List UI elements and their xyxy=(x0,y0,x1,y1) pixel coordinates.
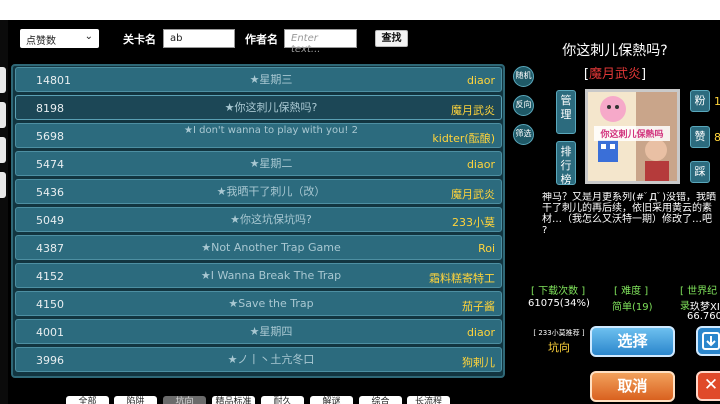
level-score: 5474 xyxy=(36,158,64,171)
chevron-down-icon: ⌄ xyxy=(84,31,93,42)
level-title: ★I don't wanna to play with you! 2 xyxy=(184,125,358,136)
level-row[interactable]: 4150 ★Save the Trap 茄子酱 xyxy=(15,291,502,316)
world-record-time: 66.760 xyxy=(687,311,720,322)
level-row[interactable]: 14801 ★星期三 diaor xyxy=(15,67,502,92)
download-icon xyxy=(702,332,720,350)
level-score: 5049 xyxy=(36,214,64,227)
level-author: 茄子酱 xyxy=(462,300,495,313)
level-author: 霜料糕寄特工 xyxy=(429,272,495,285)
level-title: ★你这坑保坑吗? xyxy=(230,213,312,226)
download-button[interactable] xyxy=(696,326,720,356)
close-icon[interactable]: ✕ xyxy=(696,371,720,401)
author-name-label: 作者名 xyxy=(245,33,278,46)
level-row[interactable]: 5474 ★星期二 diaor xyxy=(15,151,502,176)
level-title: ★Save the Trap xyxy=(228,297,314,310)
level-name-label: 关卡名 xyxy=(123,33,156,46)
level-score: 3996 xyxy=(36,354,64,367)
level-row[interactable]: 8198 ★你这刺儿保熱吗? 魔月武炎 xyxy=(15,95,502,120)
level-row[interactable]: 5049 ★你这坑保坑吗? 233小莫 xyxy=(15,207,502,232)
difficulty-label: [ 难度 ] xyxy=(614,286,649,297)
author-name-input[interactable]: Enter text... xyxy=(284,29,357,55)
level-title: ★我晒干了刺儿（改） xyxy=(216,185,326,198)
top-bar xyxy=(0,0,720,20)
filter-button[interactable]: 筛选 xyxy=(513,124,534,145)
recommend-value: 坑向 xyxy=(548,341,570,354)
level-list: 14801 ★星期三 diaor 8198 ★你这刺儿保熱吗? 魔月武炎 5698 ★I do… xyxy=(11,64,505,378)
level-author: Roi xyxy=(478,242,495,255)
level-title: ★I Wanna Break The Trap xyxy=(200,269,342,282)
tab-5[interactable]: 耐久 xyxy=(261,396,304,404)
level-score: 8198 xyxy=(36,102,64,115)
level-score: 4150 xyxy=(36,298,64,311)
thumbnail-caption: 你这刺儿保熱吗 xyxy=(599,128,663,140)
level-name-input[interactable]: ab xyxy=(163,29,235,48)
thumbnail-art: 你这刺儿保熱吗 xyxy=(588,92,677,181)
praise-button[interactable]: 赞 xyxy=(690,126,710,148)
level-title: ★星期四 xyxy=(249,325,293,338)
sort-select[interactable]: 点赞数 ⌄ xyxy=(20,29,99,48)
tab-1[interactable]: 全部 xyxy=(66,396,109,404)
level-author: 233小莫 xyxy=(452,216,495,229)
level-score: 14801 xyxy=(36,74,71,87)
tab-6[interactable]: 解谜 xyxy=(310,396,353,404)
step-button[interactable]: 踩 xyxy=(690,161,710,183)
left-edge-strip xyxy=(0,20,8,404)
level-author: [魔月武炎] xyxy=(583,67,647,82)
level-score: 4387 xyxy=(36,242,64,255)
level-author-name: 魔月武炎 xyxy=(588,67,641,82)
level-author: kidter(酝酿) xyxy=(432,132,495,145)
tab-4[interactable]: 精品标准 xyxy=(212,396,255,404)
level-score: 5436 xyxy=(36,186,64,199)
tab-2[interactable]: 陷阱 xyxy=(114,396,157,404)
level-score: 4001 xyxy=(36,326,64,339)
random-button[interactable]: 随机 xyxy=(513,66,534,87)
level-author: diaor xyxy=(466,74,495,87)
difficulty-value: 简单(19) xyxy=(612,302,653,313)
level-row[interactable]: 5698 ★I don't wanna to play with you! 2 ki… xyxy=(15,123,502,148)
edge-tab[interactable] xyxy=(0,172,6,198)
level-author: 狗剌儿 xyxy=(462,356,495,369)
edge-tab[interactable] xyxy=(0,67,6,93)
level-title: ★星期三 xyxy=(249,73,293,86)
level-title: ★ノ丨丶土亢冬口 xyxy=(227,353,315,366)
download-count-label: [ 下载次数 ] xyxy=(531,286,586,297)
level-description: 神马？又是月更系列(#ﾟДﾟ)没错，我晒 干了刺儿的再后续，依旧采用黄云的素 材… xyxy=(542,192,716,236)
praise-count: 8 xyxy=(714,131,720,144)
level-row[interactable]: 4001 ★星期四 diaor xyxy=(15,319,502,344)
manage-button[interactable]: 管理 xyxy=(556,90,576,134)
level-author: 魔月武炎 xyxy=(451,188,495,201)
level-row[interactable]: 4152 ★I Wanna Break The Trap 霜料糕寄特工 xyxy=(15,263,502,288)
tab-7[interactable]: 综合 xyxy=(359,396,402,404)
level-thumbnail: 你这刺儿保熱吗 xyxy=(585,89,680,184)
fan-button[interactable]: 粉 xyxy=(690,90,710,112)
level-score: 4152 xyxy=(36,270,64,283)
level-title: ★你这刺儿保熱吗? xyxy=(224,101,318,114)
select-button[interactable]: 选择 xyxy=(590,326,675,357)
edge-tab[interactable] xyxy=(0,137,6,163)
level-browser: 点赞数 ⌄ 关卡名 ab 作者名 Enter text... 查找 14801 ★… xyxy=(0,0,720,404)
level-title: 你这刺儿保熱吗? xyxy=(562,43,668,59)
level-score: 5698 xyxy=(36,130,64,143)
level-row[interactable]: 3996 ★ノ丨丶土亢冬口 狗剌儿 xyxy=(15,347,502,372)
level-title: ★星期二 xyxy=(249,157,293,170)
level-row[interactable]: 4387 ★Not Another Trap Game Roi xyxy=(15,235,502,260)
ranking-button[interactable]: 排行榜 xyxy=(556,141,576,186)
level-author: diaor xyxy=(466,326,495,339)
download-count-value: 61075(34%) xyxy=(528,298,590,309)
level-author: diaor xyxy=(466,158,495,171)
reverse-button[interactable]: 反向 xyxy=(513,95,534,116)
search-button[interactable]: 查找 xyxy=(375,30,408,47)
level-row[interactable]: 5436 ★我晒干了刺儿（改） 魔月武炎 xyxy=(15,179,502,204)
sort-select-value: 点赞数 xyxy=(26,36,56,47)
recommend-label: [ 233小莫推荐 ] xyxy=(533,329,585,337)
cancel-button[interactable]: 取消 xyxy=(590,371,675,402)
fan-count: 1 xyxy=(714,95,720,108)
level-author: 魔月武炎 xyxy=(451,104,495,117)
edge-tab[interactable] xyxy=(0,102,6,128)
tab-3[interactable]: 坑向 xyxy=(163,396,206,404)
level-title: ★Not Another Trap Game xyxy=(201,241,341,254)
tab-8[interactable]: 长流程 xyxy=(407,396,450,404)
